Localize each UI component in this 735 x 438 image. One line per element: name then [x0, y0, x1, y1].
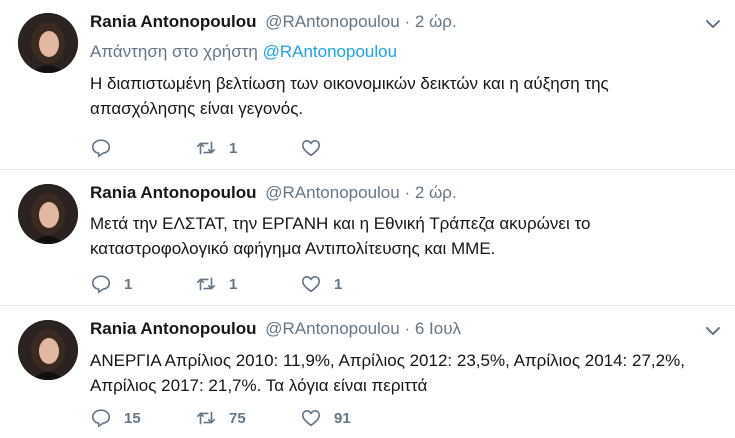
avatar[interactable]: [18, 184, 78, 244]
heart-icon: [301, 140, 321, 157]
separator-dot: ·: [404, 183, 411, 202]
tweet-header: Rania Antonopoulou @RAntonopoulou · 2 ώρ…: [90, 183, 457, 203]
reply-context: Απάντηση στο χρήστη @RAntonopoulou: [90, 42, 397, 62]
display-name[interactable]: Rania Antonopoulou: [90, 183, 257, 202]
tweet-text: Μετά την ΕΛΣΤΑΤ, την ΕΡΓΑΝΗ και η Εθνική…: [90, 214, 591, 258]
reply-icon: [91, 409, 111, 428]
retweet-count: 1: [229, 139, 238, 157]
display-name[interactable]: Rania Antonopoulou: [90, 12, 257, 31]
retweet-button[interactable]: 75: [195, 407, 300, 429]
tweet[interactable]: Rania Antonopoulou @RAntonopoulou · 2 ώρ…: [0, 171, 735, 306]
tweet[interactable]: Rania Antonopoulou @RAntonopoulou · 6 Ιο…: [0, 307, 735, 438]
separator-dot: ·: [404, 12, 411, 31]
heart-icon: [301, 410, 321, 427]
retweet-count: 75: [229, 409, 246, 427]
avatar[interactable]: [18, 13, 78, 73]
like-button[interactable]: [300, 137, 405, 159]
tweet-text: Η διαπιστωμένη βελτίωση των οικονομικών …: [90, 74, 609, 118]
timestamp[interactable]: 2 ώρ.: [415, 12, 457, 31]
reply-button[interactable]: [90, 137, 195, 159]
user-handle[interactable]: @RAntonopoulou: [265, 12, 399, 31]
retweet-count: 1: [229, 275, 238, 293]
heart-icon: [301, 276, 321, 293]
tweet-actions: 1: [90, 136, 405, 160]
chevron-down-icon[interactable]: [705, 16, 721, 32]
retweet-button[interactable]: 1: [195, 273, 300, 295]
reply-prefix: Απάντηση στο χρήστη: [90, 42, 258, 61]
tweet-header: Rania Antonopoulou @RAntonopoulou · 2 ώρ…: [90, 12, 457, 32]
retweet-icon: [196, 277, 216, 291]
reply-count: 1: [124, 275, 133, 293]
display-name[interactable]: Rania Antonopoulou: [90, 319, 257, 338]
separator-dot: ·: [404, 319, 411, 338]
tweet-header: Rania Antonopoulou @RAntonopoulou · 6 Ιο…: [90, 319, 461, 339]
user-handle[interactable]: @RAntonopoulou: [265, 183, 399, 202]
reply-button[interactable]: 1: [90, 273, 195, 295]
reply-mention-link[interactable]: @RAntonopoulou: [263, 42, 397, 61]
reply-button[interactable]: 15: [90, 407, 195, 429]
avatar[interactable]: [18, 320, 78, 380]
like-button[interactable]: 1: [300, 273, 405, 295]
tweet-actions: 1 1 1: [90, 272, 405, 296]
reply-count: 15: [124, 409, 141, 427]
user-handle[interactable]: @RAntonopoulou: [265, 319, 399, 338]
tweet[interactable]: Rania Antonopoulou @RAntonopoulou · 2 ώρ…: [0, 0, 735, 170]
like-button[interactable]: 91: [300, 407, 405, 429]
timestamp[interactable]: 6 Ιουλ: [415, 319, 461, 338]
retweet-button[interactable]: 1: [195, 137, 300, 159]
reply-icon: [91, 139, 111, 158]
tweet-actions: 15 75 91: [90, 406, 405, 430]
like-count: 1: [334, 275, 343, 293]
timestamp[interactable]: 2 ώρ.: [415, 183, 457, 202]
chevron-down-icon[interactable]: [705, 323, 721, 339]
reply-icon: [91, 275, 111, 294]
retweet-icon: [196, 411, 216, 425]
retweet-icon: [196, 141, 216, 155]
like-count: 91: [334, 409, 351, 427]
tweet-text: ΑΝΕΡΓΙΑ Απρίλιος 2010: 11,9%, Απρίλιος 2…: [90, 351, 685, 395]
